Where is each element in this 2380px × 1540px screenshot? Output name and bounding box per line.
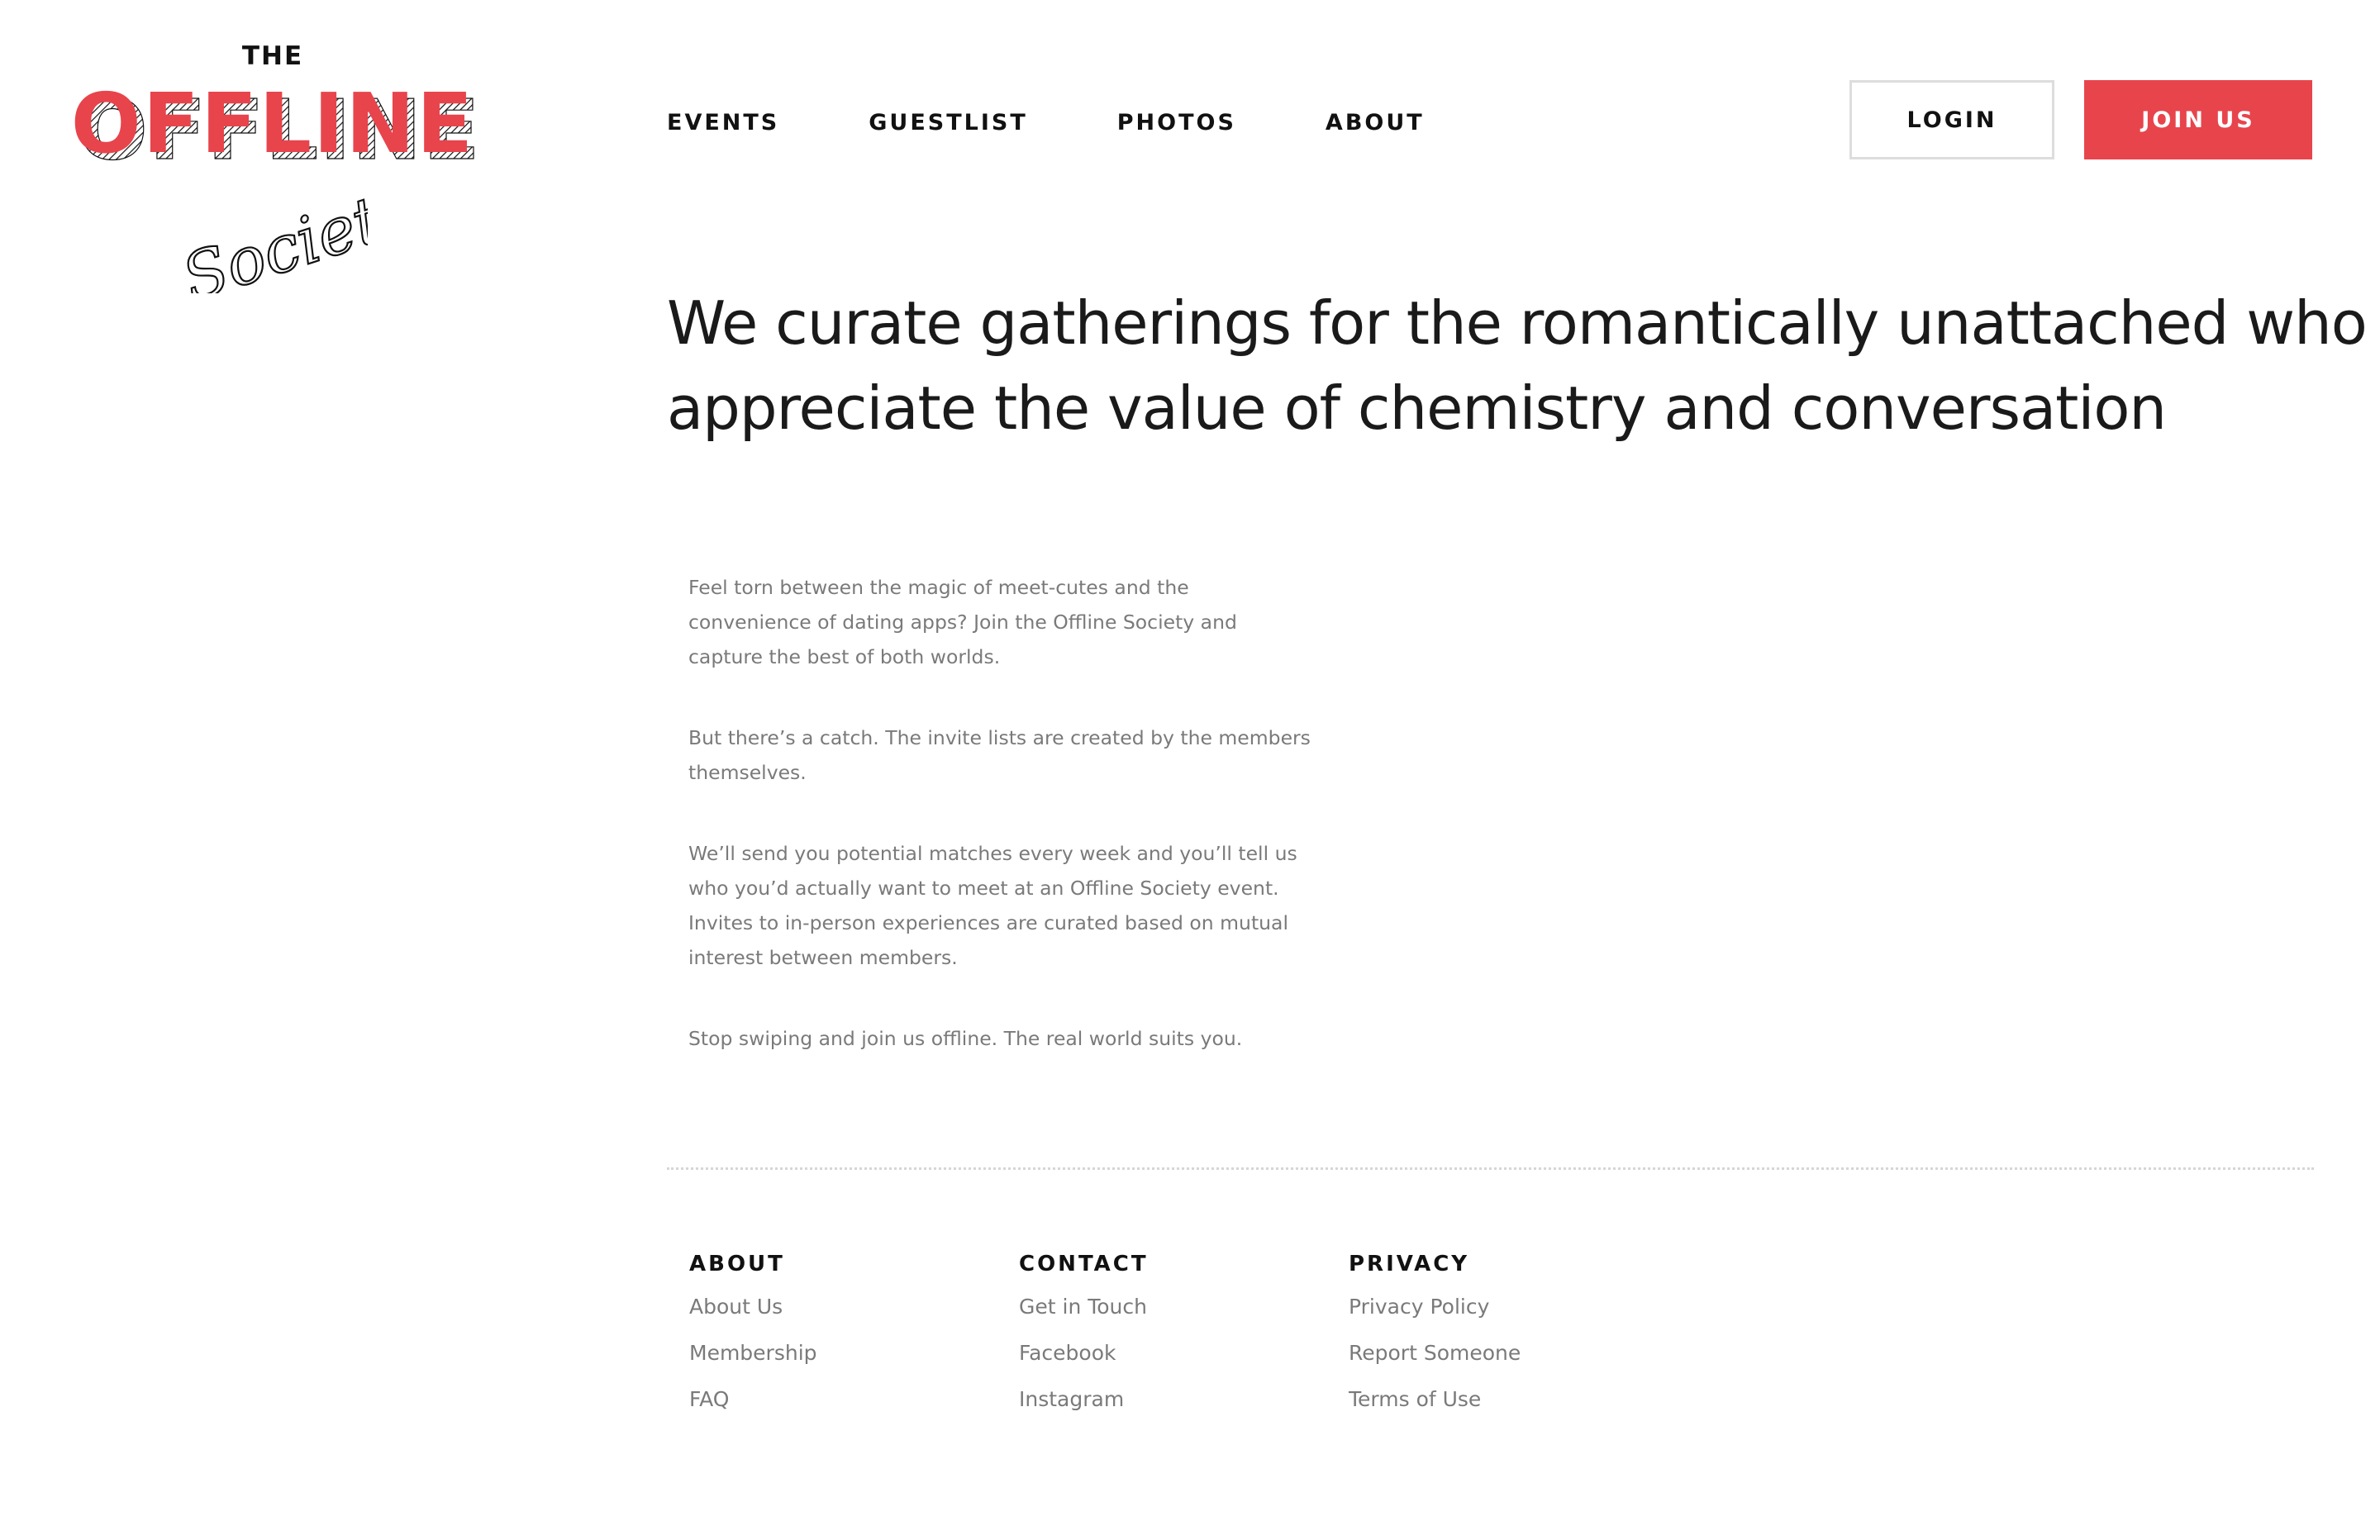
footer-link-facebook[interactable]: Facebook <box>1019 1330 1316 1376</box>
footer-divider <box>667 1167 2314 1170</box>
nav-item-photos[interactable]: PHOTOS <box>1117 110 1236 135</box>
footer-column-about: ABOUT About Us Membership FAQ <box>689 1248 987 1423</box>
footer-link-faq[interactable]: FAQ <box>689 1376 987 1423</box>
logo-society-script: Society <box>173 178 368 293</box>
intro-paragraph: Stop swiping and join us offline. The re… <box>688 1027 1243 1050</box>
footer-link-instagram[interactable]: Instagram <box>1019 1376 1316 1423</box>
page: THE OFFLINE OFFLINE Society EVENTS GUEST… <box>0 0 2380 1540</box>
logo-society-text: Society <box>174 178 368 293</box>
footer-link-report-someone[interactable]: Report Someone <box>1349 1330 1646 1376</box>
footer-column-contact: CONTACT Get in Touch Facebook Instagram <box>1019 1248 1316 1423</box>
intro-paragraph: Feel torn between the magic of meet-cute… <box>688 576 1237 668</box>
intro-paragraph: But there’s a catch. The invite lists ar… <box>688 726 1311 784</box>
footer-link-membership[interactable]: Membership <box>689 1330 987 1376</box>
login-button[interactable]: LOGIN <box>1849 80 2054 159</box>
logo-offline-wordmark: OFFLINE OFFLINE <box>71 83 479 173</box>
footer-heading: PRIVACY <box>1349 1252 1470 1276</box>
logo-offline-text: OFFLINE <box>71 83 475 172</box>
intro-paragraph: We’ll send you potential matches every w… <box>688 842 1297 969</box>
footer-heading: CONTACT <box>1019 1252 1149 1276</box>
logo-the-text: THE <box>241 41 304 71</box>
footer-column-privacy: PRIVACY Privacy Policy Report Someone Te… <box>1349 1248 1646 1423</box>
footer-link-privacy-policy[interactable]: Privacy Policy <box>1349 1284 1646 1330</box>
join-us-button[interactable]: JOIN US <box>2084 80 2312 159</box>
footer-heading: ABOUT <box>689 1252 785 1276</box>
footer-link-about-us[interactable]: About Us <box>689 1284 987 1330</box>
nav-item-about[interactable]: ABOUT <box>1326 110 1425 135</box>
hero-headline: We curate gatherings for the romanticall… <box>667 281 2368 451</box>
hero-line-1: We curate gatherings for the romanticall… <box>667 288 2368 358</box>
site-logo[interactable]: THE OFFLINE OFFLINE Society <box>66 41 479 297</box>
nav-item-events[interactable]: EVENTS <box>667 110 779 135</box>
hero-line-2: appreciate the value of chemistry and co… <box>667 373 2167 443</box>
main-nav: EVENTS GUESTLIST PHOTOS ABOUT <box>667 106 1425 139</box>
footer-link-terms-of-use[interactable]: Terms of Use <box>1349 1376 1646 1423</box>
footer-link-get-in-touch[interactable]: Get in Touch <box>1019 1284 1316 1330</box>
nav-item-guestlist[interactable]: GUESTLIST <box>869 110 1028 135</box>
